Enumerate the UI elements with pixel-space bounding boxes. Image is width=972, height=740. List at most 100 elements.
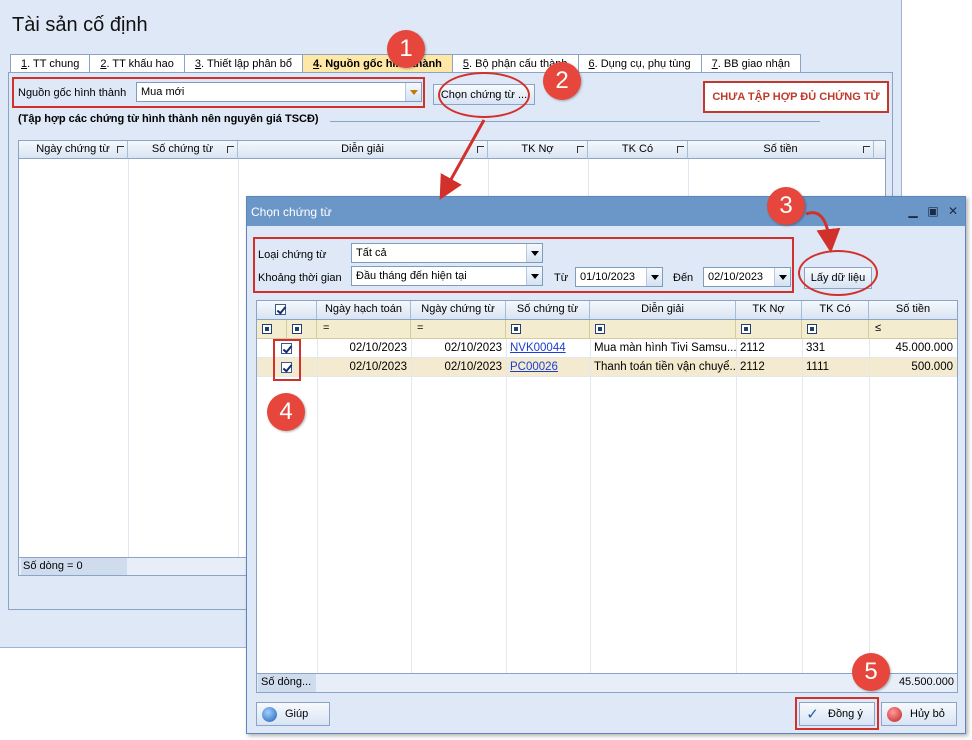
step-badge-2: 2: [543, 62, 581, 100]
voucher-grid: Ngày hạch toán Ngày chứng từ Số chứng từ…: [256, 300, 958, 693]
filter-cell[interactable]: [506, 320, 590, 339]
filter-cell[interactable]: [257, 320, 287, 339]
window-title: Tài sản cố định: [12, 14, 148, 36]
group-title: (Tập hợp các chứng từ hình thành nên ngu…: [18, 113, 319, 125]
help-button[interactable]: Giúp: [256, 702, 330, 726]
col-amount[interactable]: Số tiền: [869, 301, 957, 319]
col-posting-date[interactable]: Ngày hạch toán: [317, 301, 411, 319]
select-all-checkbox[interactable]: [275, 304, 286, 315]
amount: 500.000: [911, 361, 953, 373]
row-count: Số dòng...: [258, 674, 316, 692]
pin-icon: [677, 146, 684, 153]
doc-date: 02/10/2023: [444, 342, 502, 354]
highlight-filters: [253, 237, 794, 293]
filter-cell[interactable]: =: [317, 320, 411, 339]
table-row[interactable]: 02/10/2023 02/10/2023 NVK00044 Mua màn h…: [257, 339, 957, 358]
col-doc-no[interactable]: Số chứng từ: [506, 301, 590, 319]
grid-line: [506, 339, 507, 673]
step-badge-5: 5: [852, 653, 890, 691]
dialog-titlebar[interactable]: Chọn chứng từ ▁ ▣ ✕: [247, 197, 965, 226]
grid-line: [128, 159, 129, 557]
pin-icon: [227, 146, 234, 153]
amount: 45.000.000: [895, 342, 953, 354]
col-doc-date[interactable]: Ngày chứng từ: [411, 301, 506, 319]
col-amount[interactable]: Số tiền: [688, 141, 874, 159]
debit-account: 2112: [740, 361, 765, 373]
filter-icon[interactable]: [595, 324, 605, 334]
total-amount: 45.500.000: [898, 676, 954, 688]
grid-line: [736, 339, 737, 673]
dialog-title: Chọn chứng từ: [251, 205, 332, 219]
highlight-choose-button: [438, 72, 530, 118]
divider: [330, 121, 820, 122]
help-label: Giúp: [285, 708, 309, 720]
grid-line: [802, 339, 803, 673]
minimize-icon[interactable]: ▁: [907, 205, 919, 217]
filter-icon[interactable]: [741, 324, 751, 334]
highlight-fetch-button: [798, 250, 878, 296]
col-debit[interactable]: TK Nợ: [488, 141, 588, 159]
col-credit[interactable]: TK Có: [802, 301, 869, 319]
warning-badge: CHƯA TẬP HỢP ĐỦ CHỨNG TỪ: [703, 81, 889, 113]
filter-icon[interactable]: [262, 324, 272, 334]
description: Thanh toán tiền vận chuyể...: [594, 361, 736, 373]
filter-icon[interactable]: [511, 324, 521, 334]
posting-date: 02/10/2023: [349, 342, 407, 354]
step-badge-3: 3: [767, 187, 805, 225]
col-description[interactable]: Diễn giải: [238, 141, 488, 159]
grid-line: [317, 339, 318, 673]
pin-icon: [577, 146, 584, 153]
pin-icon: [863, 146, 870, 153]
tab-depreciation[interactable]: 2. TT khấu hao: [89, 54, 185, 73]
cancel-icon: [887, 707, 902, 722]
row-count: Số dòng = 0: [21, 558, 127, 575]
tab-origin[interactable]: 4. Nguồn gốc hình thành: [301, 54, 453, 73]
filter-icon[interactable]: [292, 324, 302, 334]
col-doc-date[interactable]: Ngày chứng từ: [19, 141, 128, 159]
doc-date: 02/10/2023: [444, 361, 502, 373]
col-doc-no[interactable]: Số chứng từ: [128, 141, 238, 159]
credit-account: 1111: [806, 361, 830, 373]
description: Mua màn hình Tivi Samsu...: [594, 342, 736, 354]
col-credit[interactable]: TK Có: [588, 141, 688, 159]
col-select-all[interactable]: [257, 301, 317, 319]
cancel-label: Hủy bỏ: [910, 708, 945, 720]
close-icon[interactable]: ✕: [947, 205, 959, 217]
col-debit[interactable]: TK Nợ: [736, 301, 802, 319]
grid-line: [238, 159, 239, 557]
filter-cell[interactable]: =: [411, 320, 506, 339]
posting-date: 02/10/2023: [349, 361, 407, 373]
tab-handover[interactable]: 7. BB giao nhận: [700, 54, 801, 73]
filter-cell[interactable]: ≤: [869, 320, 957, 339]
pin-icon: [477, 146, 484, 153]
help-icon: [262, 707, 277, 722]
filter-cell[interactable]: [802, 320, 869, 339]
step-badge-1: 1: [387, 30, 425, 68]
highlight-ok-button: [795, 697, 879, 730]
grid-line: [411, 339, 412, 673]
credit-account: 331: [806, 342, 826, 354]
maximize-icon[interactable]: ▣: [927, 205, 939, 217]
grid-line: [590, 339, 591, 673]
grid-header: Ngày hạch toán Ngày chứng từ Số chứng từ…: [257, 301, 957, 320]
grid-line: [869, 339, 870, 673]
tab-allocation[interactable]: 3. Thiết lập phân bổ: [183, 54, 303, 73]
debit-account: 2112: [740, 342, 765, 354]
doc-no-link[interactable]: PC00026: [506, 358, 590, 377]
step-badge-4: 4: [267, 393, 305, 431]
cancel-button[interactable]: Hủy bỏ: [881, 702, 957, 726]
filter-icon[interactable]: [807, 324, 817, 334]
filter-cell[interactable]: [590, 320, 736, 339]
filter-cell[interactable]: [736, 320, 802, 339]
grid-header: Ngày chứng từ Số chứng từ Diễn giải TK N…: [19, 141, 885, 159]
col-description[interactable]: Diễn giải: [590, 301, 736, 319]
filter-row: = = ≤: [257, 320, 957, 339]
filter-cell[interactable]: [287, 320, 317, 339]
doc-no-link[interactable]: NVK00044: [506, 339, 590, 358]
tab-general[interactable]: 1. TT chung: [10, 54, 91, 73]
table-row[interactable]: 02/10/2023 02/10/2023 PC00026 Thanh toán…: [257, 358, 957, 377]
highlight-origin: [12, 77, 425, 108]
highlight-checkboxes: [273, 339, 301, 381]
tab-tools[interactable]: 6. Dụng cụ, phụ tùng: [577, 54, 702, 73]
pin-icon: [117, 146, 124, 153]
